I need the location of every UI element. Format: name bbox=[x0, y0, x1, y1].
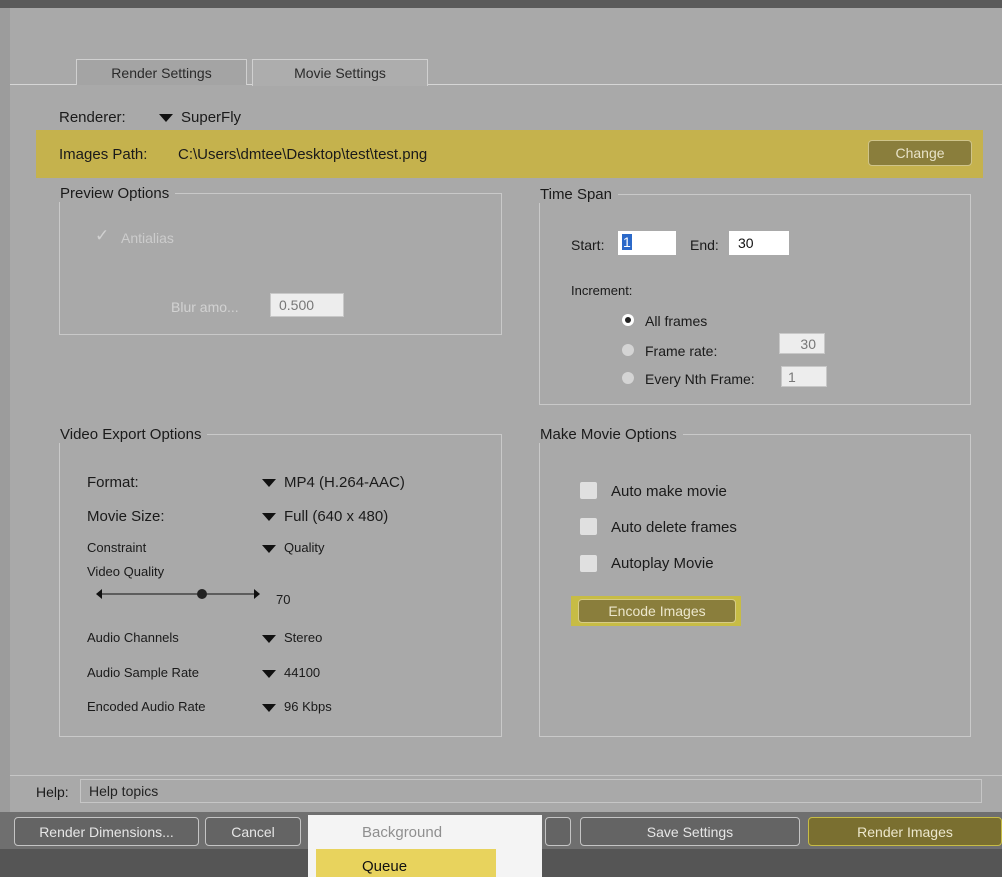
hidden-button[interactable] bbox=[545, 817, 571, 846]
video-export-options-group: Video Export Options bbox=[59, 426, 502, 737]
antialias-checkbox[interactable]: ✓ bbox=[95, 226, 109, 246]
antialias-label: Antialias bbox=[121, 230, 174, 246]
video-export-options-title: Video Export Options bbox=[60, 426, 202, 443]
radio-every-nth-frame[interactable] bbox=[622, 372, 634, 384]
dropdown-arrow-icon bbox=[262, 634, 276, 643]
blur-amount-field[interactable]: 0.500 bbox=[270, 293, 344, 317]
format-dropdown[interactable]: MP4 (H.264-AAC) bbox=[262, 474, 405, 491]
constraint-dropdown[interactable]: Quality bbox=[262, 540, 324, 555]
window-top-edge bbox=[0, 0, 1002, 8]
constraint-value: Quality bbox=[284, 540, 325, 555]
audio-channels-dropdown[interactable]: Stereo bbox=[262, 630, 322, 645]
end-label: End: bbox=[690, 237, 719, 253]
menu-item-queue[interactable]: Queue bbox=[362, 858, 407, 875]
cancel-button[interactable]: Cancel bbox=[205, 817, 301, 846]
autoplay-movie-label: Autoplay Movie bbox=[611, 555, 714, 572]
movie-size-dropdown[interactable]: Full (640 x 480) bbox=[262, 508, 388, 525]
audio-channels-label: Audio Channels bbox=[87, 630, 179, 645]
dropdown-arrow-icon bbox=[262, 513, 276, 522]
radio-all-frames[interactable] bbox=[622, 314, 634, 326]
help-topics-field: Help topics bbox=[80, 779, 982, 803]
help-label: Help: bbox=[36, 784, 69, 800]
render-images-button[interactable]: Render Images bbox=[808, 817, 1002, 846]
dropdown-arrow-icon bbox=[262, 544, 276, 553]
help-separator bbox=[10, 775, 1002, 776]
auto-delete-frames-checkbox[interactable] bbox=[580, 518, 597, 535]
change-path-button[interactable]: Change bbox=[868, 140, 972, 166]
start-field[interactable]: 1 bbox=[618, 231, 676, 255]
renderer-label: Renderer: bbox=[59, 109, 126, 126]
audio-sample-rate-label: Audio Sample Rate bbox=[87, 665, 200, 680]
blur-amount-label: Blur amo... bbox=[171, 299, 239, 315]
slider-left-arrow-icon[interactable] bbox=[96, 589, 102, 599]
renderer-dropdown[interactable]: SuperFly bbox=[159, 109, 241, 126]
window-left-edge bbox=[0, 8, 10, 820]
make-movie-options-title: Make Movie Options bbox=[540, 426, 677, 443]
audio-channels-value: Stereo bbox=[284, 630, 323, 645]
auto-make-movie-checkbox[interactable] bbox=[580, 482, 597, 499]
all-frames-label: All frames bbox=[645, 313, 708, 329]
slider-thumb[interactable] bbox=[197, 589, 207, 599]
save-settings-button[interactable]: Save Settings bbox=[580, 817, 800, 846]
format-value: MP4 (H.264-AAC) bbox=[284, 474, 405, 491]
video-quality-slider[interactable] bbox=[96, 586, 262, 602]
constraint-label: Constraint bbox=[87, 540, 147, 555]
autoplay-movie-checkbox[interactable] bbox=[580, 555, 597, 572]
images-path-value: C:\Users\dmtee\Desktop\test\test.png bbox=[178, 146, 428, 163]
dropdown-arrow-icon bbox=[262, 703, 276, 712]
start-label: Start: bbox=[571, 237, 605, 253]
dropdown-arrow-icon bbox=[262, 479, 276, 488]
make-movie-options-group: Make Movie Options bbox=[539, 426, 971, 737]
movie-size-label: Movie Size: bbox=[87, 508, 165, 525]
audio-sample-rate-dropdown[interactable]: 44100 bbox=[262, 665, 320, 680]
video-quality-value: 70 bbox=[276, 592, 291, 607]
frame-rate-field[interactable]: 30 bbox=[779, 333, 825, 354]
format-label: Format: bbox=[87, 474, 139, 491]
audio-sample-rate-value: 44100 bbox=[284, 665, 321, 680]
radio-frame-rate[interactable] bbox=[622, 344, 634, 356]
slider-right-arrow-icon[interactable] bbox=[254, 589, 260, 599]
preview-options-title: Preview Options bbox=[60, 185, 170, 202]
movie-size-value: Full (640 x 480) bbox=[284, 508, 389, 525]
every-nth-frame-label: Every Nth Frame: bbox=[645, 371, 755, 387]
encoded-audio-rate-label: Encoded Audio Rate bbox=[87, 699, 206, 714]
auto-delete-frames-label: Auto delete frames bbox=[611, 519, 737, 536]
encoded-audio-rate-value: 96 Kbps bbox=[284, 699, 332, 714]
encode-images-button[interactable]: Encode Images bbox=[578, 599, 736, 623]
render-dimensions-button[interactable]: Render Dimensions... bbox=[14, 817, 199, 846]
auto-make-movie-label: Auto make movie bbox=[611, 483, 727, 500]
dropdown-arrow-icon bbox=[159, 114, 173, 123]
tab-movie-settings[interactable]: Movie Settings bbox=[252, 59, 428, 86]
images-path-label: Images Path: bbox=[59, 146, 148, 163]
frame-rate-label: Frame rate: bbox=[645, 343, 718, 359]
renderer-value: SuperFly bbox=[181, 109, 242, 126]
increment-label: Increment: bbox=[571, 283, 633, 298]
every-nth-frame-field[interactable]: 1 bbox=[781, 366, 827, 387]
video-quality-label: Video Quality bbox=[87, 564, 165, 579]
time-span-title: Time Span bbox=[540, 186, 612, 203]
encoded-audio-rate-dropdown[interactable]: 96 Kbps bbox=[262, 699, 332, 714]
end-field[interactable]: 30 bbox=[729, 231, 789, 255]
menu-item-background[interactable]: Background bbox=[362, 824, 442, 841]
dropdown-arrow-icon bbox=[262, 669, 276, 678]
tab-render-settings[interactable]: Render Settings bbox=[76, 59, 247, 85]
start-value-selection: 1 bbox=[622, 234, 632, 250]
